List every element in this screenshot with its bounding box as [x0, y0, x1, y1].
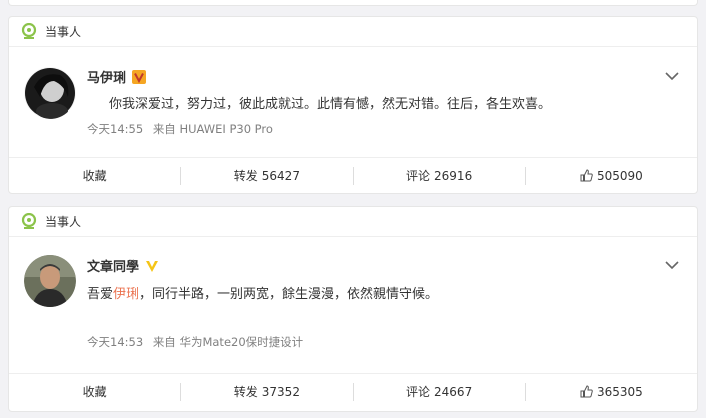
repost-label: 转发 [233, 169, 258, 183]
post-tag: 当事人 [9, 17, 697, 47]
like-count: 365305 [596, 384, 643, 399]
v-badge-icon [132, 69, 147, 84]
favorite-button[interactable]: 收藏 [9, 382, 182, 401]
comment-label: 评论 [406, 169, 431, 183]
mention-link[interactable]: 伊琍 [113, 287, 139, 302]
comment-button[interactable]: 评论 26916 [354, 166, 526, 185]
post-card: 当事人 文章同學 吾爱伊琍，同行半路，一别两宽，餘生漫漫，依然親情守候。 今天1… [8, 206, 698, 412]
thumbs-up-icon [580, 385, 593, 398]
action-bar: 收藏 转发 56427 评论 26916 505090 [9, 157, 697, 193]
repost-count: 37352 [261, 384, 300, 399]
comment-count: 24667 [434, 384, 473, 399]
content-text: ，同行半路，一别两宽，餘生漫漫，依然親情守候。 [139, 287, 439, 302]
repost-count: 56427 [261, 168, 300, 183]
like-button[interactable]: 505090 [526, 167, 697, 185]
location-pin-icon [21, 22, 37, 39]
post-meta: 今天14:55 来自 HUAWEI P30 Pro [87, 121, 279, 137]
post-tag: 当事人 [9, 207, 697, 237]
post-time[interactable]: 今天14:53 [87, 335, 143, 349]
repost-label: 转发 [233, 385, 258, 399]
post-source: 来自 华为Mate20保时捷设计 [152, 335, 304, 349]
comment-button[interactable]: 评论 24667 [354, 382, 526, 401]
post-content: 你我深爱过，努力过，彼此成就过。此情有憾，然无对错。往后，各生欢喜。 [109, 97, 552, 112]
post-meta: 今天14:53 来自 华为Mate20保时捷设计 [87, 334, 309, 350]
favorite-label: 收藏 [82, 169, 107, 183]
previous-card-edge [8, 0, 698, 6]
repost-button[interactable]: 转发 37352 [181, 382, 354, 401]
thumbs-up-icon [580, 169, 593, 182]
comment-label: 评论 [406, 385, 431, 399]
tag-label: 当事人 [45, 215, 82, 229]
favorite-button[interactable]: 收藏 [9, 166, 182, 185]
user-name[interactable]: 文章同學 [87, 256, 159, 275]
chevron-down-icon[interactable] [665, 71, 679, 81]
post-card: 当事人 马伊琍 你我深爱过，努力过，彼此成就过。此情有憾，然无对错。往后，各生欢… [8, 16, 698, 194]
action-bar: 收藏 转发 37352 评论 24667 365305 [9, 373, 697, 409]
post-time[interactable]: 今天14:55 [87, 122, 143, 136]
tag-label: 当事人 [45, 25, 82, 39]
post-source: 来自 HUAWEI P30 Pro [152, 122, 273, 136]
chevron-down-icon[interactable] [665, 260, 679, 270]
user-name[interactable]: 马伊琍 [87, 67, 147, 86]
location-pin-icon [21, 212, 37, 229]
comment-count: 26916 [434, 168, 473, 183]
post-content: 吾爱伊琍，同行半路，一别两宽，餘生漫漫，依然親情守候。 [87, 283, 438, 302]
user-name-text[interactable]: 文章同學 [87, 256, 139, 275]
v-badge-icon [146, 260, 159, 272]
user-name-text[interactable]: 马伊琍 [87, 67, 126, 86]
like-button[interactable]: 365305 [526, 383, 697, 401]
avatar[interactable] [24, 255, 76, 307]
like-count: 505090 [596, 168, 643, 183]
avatar[interactable] [24, 67, 76, 119]
repost-button[interactable]: 转发 56427 [181, 166, 354, 185]
favorite-label: 收藏 [82, 385, 107, 399]
content-text: 吾爱 [87, 287, 114, 302]
